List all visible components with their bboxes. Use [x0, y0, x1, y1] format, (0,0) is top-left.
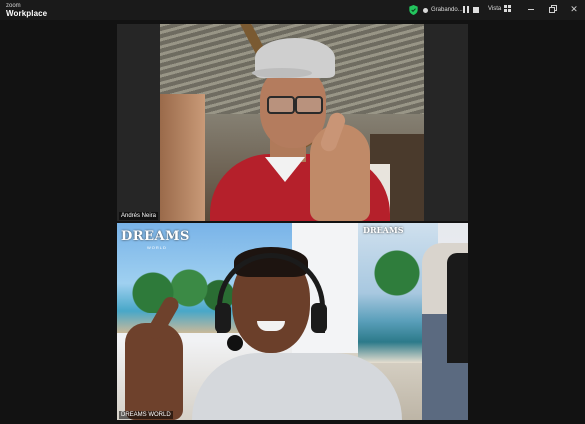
video-tile-1[interactable]: Andrés Neira	[117, 24, 468, 221]
shield-icon[interactable]	[409, 5, 418, 15]
minimize-icon	[528, 9, 534, 10]
record-dot-icon	[423, 7, 428, 13]
recording-indicator[interactable]: Grabando...	[423, 5, 463, 15]
participant-name-label: Andrés Neira	[119, 212, 159, 220]
poster-brand-text: DREAMS	[121, 229, 190, 244]
close-button[interactable]: ✕	[569, 4, 579, 14]
grid-view-icon	[504, 5, 512, 12]
view-button[interactable]: Vista	[488, 5, 512, 12]
stop-recording-button[interactable]	[472, 6, 480, 14]
pause-recording-button[interactable]	[462, 6, 470, 14]
logo-line2: Workplace	[6, 9, 48, 18]
participant-video	[160, 24, 424, 221]
pause-icon	[463, 6, 466, 13]
title-bar: zoom Workplace Grabando... Vista ✕	[0, 0, 585, 20]
participant-video: DREAMS WORLD DREAMS	[117, 223, 468, 420]
video-tile-2[interactable]: DREAMS WORLD DREAMS DREAMS WORLD	[117, 223, 468, 420]
close-icon: ✕	[570, 4, 578, 14]
minimize-button[interactable]	[526, 4, 536, 14]
restore-button[interactable]	[548, 4, 558, 14]
view-label: Vista	[488, 5, 502, 12]
app-logo: zoom Workplace	[6, 2, 47, 18]
recording-label: Grabando...	[431, 7, 463, 13]
poster-sub-text: WORLD	[147, 245, 167, 250]
participant-name-label: DREAMS WORLD	[119, 411, 173, 419]
poster-brand-text-2: DREAMS	[363, 225, 404, 235]
stop-icon	[473, 7, 479, 13]
